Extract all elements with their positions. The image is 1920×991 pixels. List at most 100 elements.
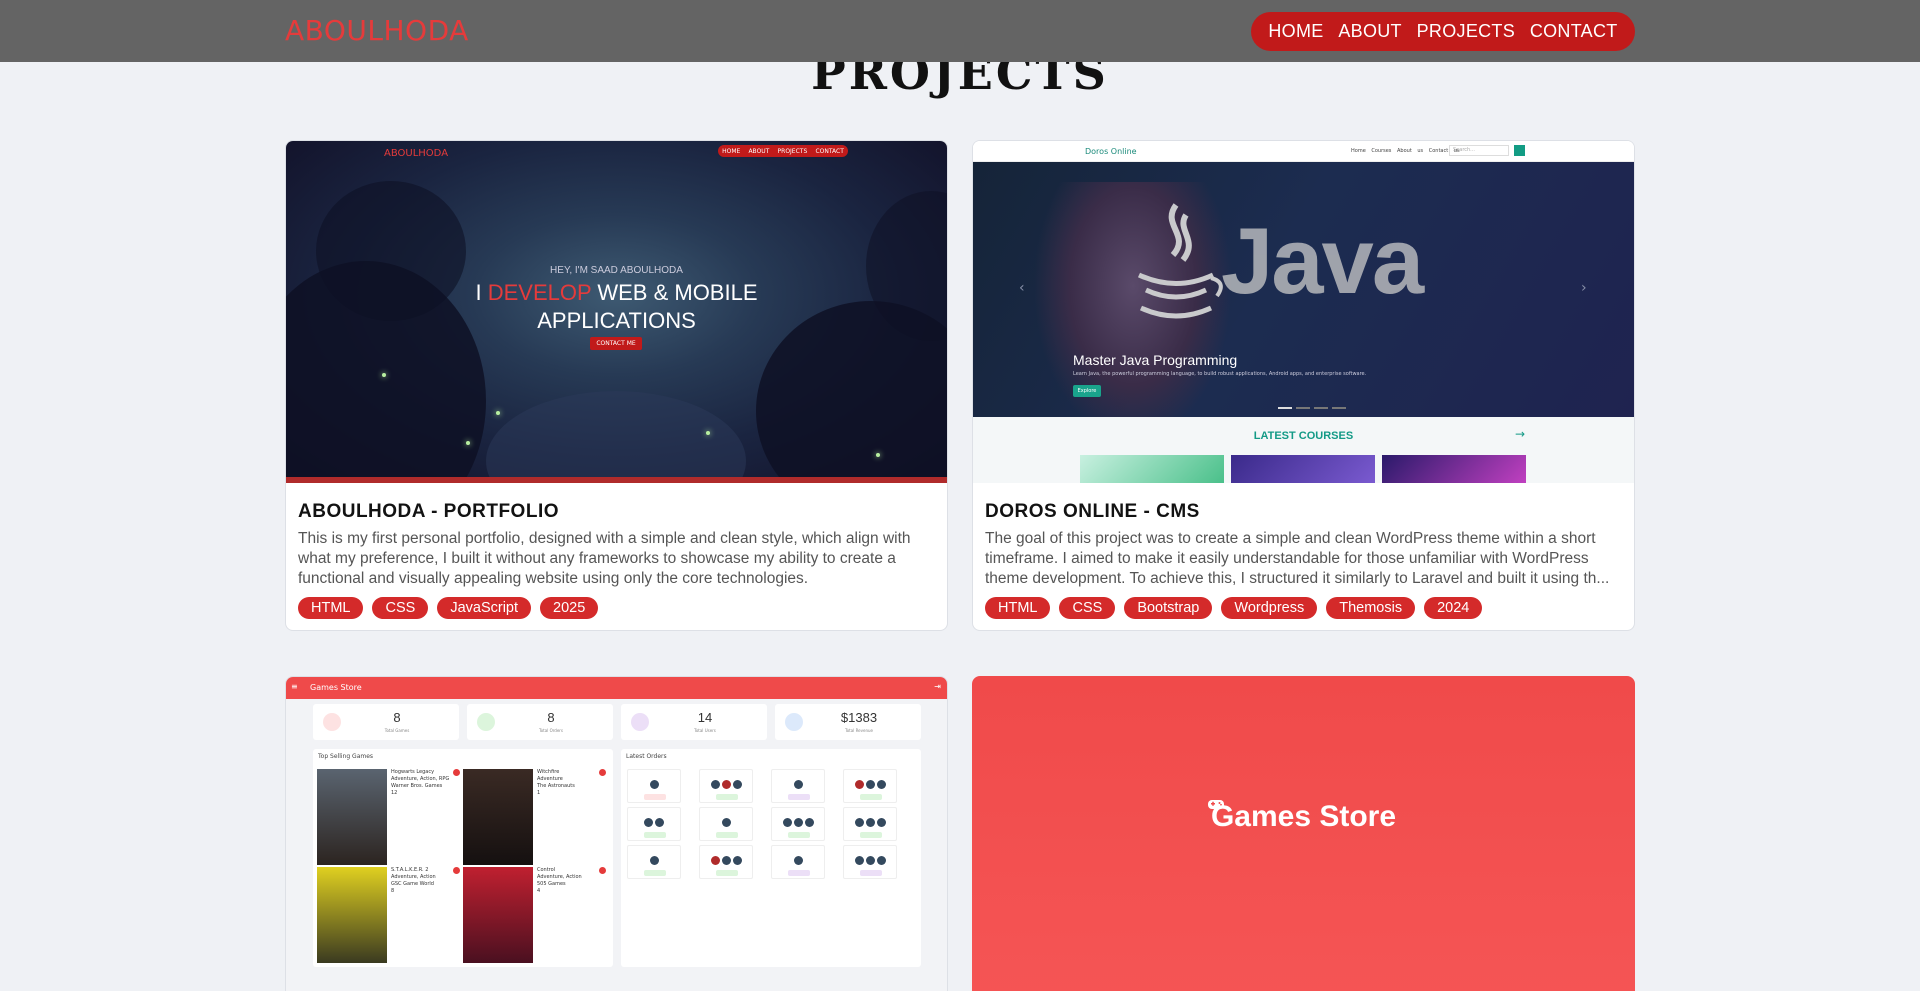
dollar-icon bbox=[785, 713, 803, 731]
game-cover-control bbox=[463, 867, 533, 963]
preview-dashboard-header: ≡ Games Store ⇥ bbox=[286, 677, 947, 699]
preview-caption: Master Java Programming bbox=[1073, 352, 1238, 368]
chevron-right-icon: › bbox=[1581, 280, 1587, 296]
stat-card: 14 Total Users bbox=[621, 704, 767, 740]
order-items bbox=[844, 818, 896, 827]
stat-value: $1383 bbox=[840, 710, 878, 725]
order-items bbox=[844, 780, 896, 789]
order-card bbox=[627, 769, 681, 803]
rank-badge bbox=[453, 867, 460, 874]
order-status bbox=[644, 870, 666, 876]
nav-link-contact[interactable]: CONTACT bbox=[1530, 21, 1618, 42]
game-cover-stalker bbox=[317, 867, 387, 963]
order-card bbox=[843, 807, 897, 841]
order-items bbox=[844, 856, 896, 865]
project-preview-doros[interactable]: Doros Online Home Courses About us Conta… bbox=[973, 141, 1634, 483]
preview-nav-item: CONTACT bbox=[815, 147, 844, 155]
preview-bottom-bar bbox=[286, 477, 947, 483]
firefly-dot bbox=[466, 441, 470, 445]
site-logo[interactable]: ABOULHODA bbox=[285, 14, 469, 47]
game-info: Hogwarts Legacy Adventure, Action, RPG War… bbox=[391, 769, 449, 797]
tag-badge: HTML bbox=[985, 597, 1051, 619]
project-title: DOROS ONLINE - CMS bbox=[985, 501, 1200, 522]
project-card-games-store[interactable]: Games Store bbox=[972, 676, 1635, 991]
slider-dot bbox=[1332, 407, 1346, 409]
game-info: S.T.A.L.K.E.R. 2 Adventure, Action GSC Gam… bbox=[391, 867, 436, 895]
game-publisher: The Astronauts bbox=[537, 783, 575, 789]
order-status bbox=[860, 832, 882, 838]
tag-badge: JavaScript bbox=[437, 597, 532, 619]
order-items bbox=[772, 818, 824, 827]
top-navbar: ABOULHODA HOME ABOUT PROJECTS CONTACT bbox=[0, 0, 1920, 62]
project-card-portfolio[interactable]: ABOULHODA HOME ABOUT PROJECTS CONTACT HE… bbox=[285, 140, 948, 631]
slider-dot bbox=[1296, 407, 1310, 409]
game-sales: 1 bbox=[537, 790, 541, 796]
order-status bbox=[716, 794, 738, 800]
stat-value: 8 bbox=[547, 710, 555, 725]
stat-value: 8 bbox=[393, 710, 401, 725]
game-publisher: 505 Games bbox=[537, 881, 566, 887]
game-info: Control Adventure, Action 505 Games 4 bbox=[537, 867, 582, 895]
stat-label: Total Revenue bbox=[844, 728, 874, 733]
order-items bbox=[700, 780, 752, 789]
project-preview-games-store[interactable]: Games Store bbox=[972, 676, 1635, 991]
order-items bbox=[628, 818, 680, 827]
users-icon bbox=[631, 713, 649, 731]
top-selling-panel: Top Selling Games Hogwarts Legacy Adventu… bbox=[313, 749, 613, 967]
preview-headline-line2: APPLICATIONS bbox=[537, 308, 696, 333]
order-status bbox=[860, 870, 882, 876]
stat-card: 8 Total Orders bbox=[467, 704, 613, 740]
tag-badge: Themosis bbox=[1326, 597, 1416, 619]
game-name: S.T.A.L.K.E.R. 2 bbox=[391, 867, 429, 873]
tag-badge: Wordpress bbox=[1221, 597, 1318, 619]
game-name: Control bbox=[537, 867, 556, 873]
document-icon bbox=[477, 713, 495, 731]
project-preview-portfolio[interactable]: ABOULHODA HOME ABOUT PROJECTS CONTACT HE… bbox=[286, 141, 947, 483]
nav-link-home[interactable]: HOME bbox=[1268, 21, 1323, 42]
preview-nav: HOME ABOUT PROJECTS CONTACT bbox=[718, 145, 848, 157]
preview-nav-item: HOME bbox=[722, 147, 741, 155]
forest-path-shape bbox=[486, 391, 746, 483]
order-card bbox=[771, 807, 825, 841]
project-tags: HTML CSS Bootstrap Wordpress Themosis 20… bbox=[985, 597, 1622, 619]
firefly-dot bbox=[876, 453, 880, 457]
preview-brand: Doros Online bbox=[1085, 147, 1137, 156]
game-sales: 8 bbox=[391, 888, 395, 894]
preview-nav-item: PROJECTS bbox=[777, 147, 808, 155]
firefly-dot bbox=[706, 431, 710, 435]
preview-headline: I DEVELOP WEB & MOBILE APPLICATIONS bbox=[286, 279, 947, 335]
order-card bbox=[627, 845, 681, 879]
project-card-doros[interactable]: Doros Online Home Courses About us Conta… bbox=[972, 140, 1635, 631]
preview-store-title: Games Store bbox=[1210, 800, 1397, 833]
project-card-games-dashboard[interactable]: ≡ Games Store ⇥ 8 Total Games 8 Total Or… bbox=[285, 676, 948, 991]
game-name: Witchfire bbox=[537, 769, 560, 775]
preview-search: Search... bbox=[1449, 145, 1509, 156]
game-publisher: GSC Game World bbox=[391, 881, 434, 887]
preview-latest-title: LATEST COURSES bbox=[1253, 430, 1354, 442]
project-preview-games-dashboard[interactable]: ≡ Games Store ⇥ 8 Total Games 8 Total Or… bbox=[286, 677, 947, 991]
preview-greeting: HEY, I'M SAAD ABOULHODA bbox=[550, 265, 683, 276]
nav-link-projects[interactable]: PROJECTS bbox=[1417, 21, 1515, 42]
order-status bbox=[644, 794, 666, 800]
firefly-dot bbox=[382, 373, 386, 377]
project-card-body: DOROS ONLINE - CMS The goal of this proj… bbox=[985, 501, 1622, 619]
stat-label: Total Users bbox=[694, 728, 716, 733]
preview-latest-courses: LATEST COURSES → bbox=[973, 417, 1634, 483]
game-genre: Adventure, Action bbox=[391, 874, 436, 880]
order-status bbox=[788, 794, 810, 800]
order-status bbox=[716, 870, 738, 876]
rank-badge bbox=[599, 769, 606, 776]
tag-badge: HTML bbox=[298, 597, 364, 619]
order-status bbox=[788, 832, 810, 838]
nav-link-about[interactable]: ABOUT bbox=[1338, 21, 1402, 42]
order-status bbox=[860, 794, 882, 800]
order-items bbox=[628, 856, 680, 865]
tag-badge: CSS bbox=[1059, 597, 1116, 619]
order-status bbox=[788, 870, 810, 876]
tag-badge: CSS bbox=[372, 597, 429, 619]
game-sales: 12 bbox=[391, 790, 398, 796]
preview-nav-item: ABOUT bbox=[748, 147, 770, 155]
preview-slider-dots bbox=[1278, 407, 1346, 409]
order-items bbox=[628, 780, 680, 789]
order-card bbox=[843, 845, 897, 879]
